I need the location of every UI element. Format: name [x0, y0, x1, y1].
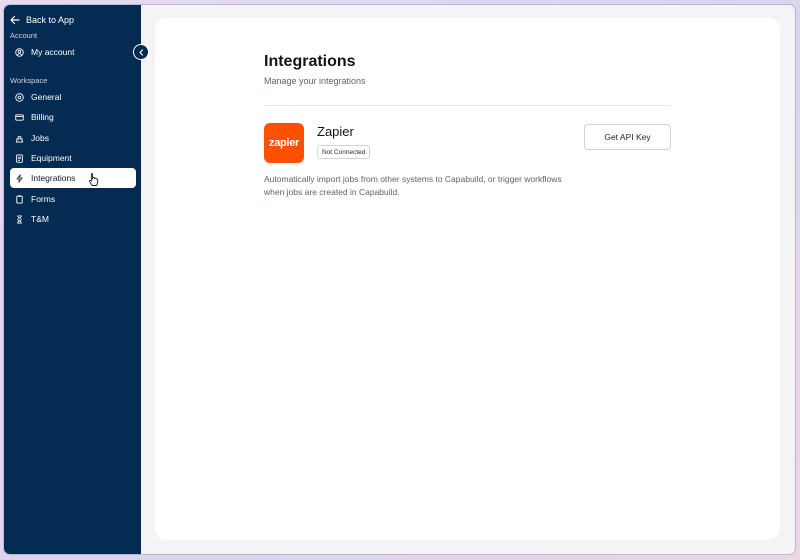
- back-label: Back to App: [26, 15, 75, 25]
- sidebar-item-label: Integrations: [31, 173, 76, 183]
- sidebar-item-label: General: [31, 92, 62, 102]
- sidebar-item-jobs[interactable]: Jobs: [10, 128, 136, 148]
- sidebar-item-billing[interactable]: Billing: [10, 107, 136, 127]
- status-badge: Not Connected: [317, 145, 371, 159]
- sidebar-item-label: Billing: [31, 112, 54, 122]
- page-subtitle: Manage your integrations: [264, 76, 366, 86]
- collapse-sidebar-button[interactable]: [133, 44, 149, 60]
- get-api-key-button[interactable]: Get API Key: [584, 124, 671, 150]
- globe-icon: [15, 92, 24, 102]
- sidebar-item-label: Forms: [31, 194, 56, 204]
- sidebar-item-general[interactable]: General: [10, 87, 136, 107]
- sidebar-item-label: My account: [31, 47, 75, 57]
- main-panel: Integrations Manage your integrations za…: [155, 18, 780, 540]
- chevron-left-icon: [138, 48, 143, 56]
- clipboard-icon: [16, 153, 23, 163]
- integration-name: Zapier: [317, 124, 354, 139]
- page-title: Integrations: [264, 53, 356, 70]
- sidebar-item-my-account[interactable]: My account: [10, 42, 136, 62]
- zapier-logo: zapier: [264, 123, 304, 163]
- sidebar-item-equipment[interactable]: Equipment: [10, 148, 136, 168]
- workspace-section-label: Workspace: [10, 76, 48, 85]
- settings-sidebar: Back to App Account My account Workspace…: [4, 5, 141, 554]
- form-icon: [16, 194, 23, 204]
- back-to-app-link[interactable]: Back to App: [10, 10, 130, 30]
- hourglass-icon: [17, 214, 22, 224]
- sidebar-item-label: T&M: [31, 214, 49, 224]
- jobs-icon: [15, 135, 24, 143]
- account-section-label: Account: [10, 31, 38, 40]
- sidebar-item-forms[interactable]: Forms: [10, 189, 136, 209]
- sidebar-item-t-and-m[interactable]: T&M: [10, 209, 136, 229]
- zapier-logo-text: zapier: [269, 137, 299, 149]
- user-circle-icon: [15, 47, 24, 57]
- credit-card-icon: [15, 113, 24, 121]
- divider: [264, 105, 671, 106]
- integration-description: Automatically import jobs from other sys…: [264, 174, 562, 197]
- hand-cursor-icon: [89, 173, 99, 186]
- sidebar-item-label: Equipment: [31, 153, 72, 163]
- sidebar-item-label: Jobs: [31, 133, 49, 143]
- sidebar-item-integrations[interactable]: Integrations: [10, 168, 136, 188]
- lightning-icon: [16, 173, 23, 183]
- app-window: Back to App Account My account Workspace…: [4, 5, 795, 554]
- arrow-left-icon: [10, 15, 20, 25]
